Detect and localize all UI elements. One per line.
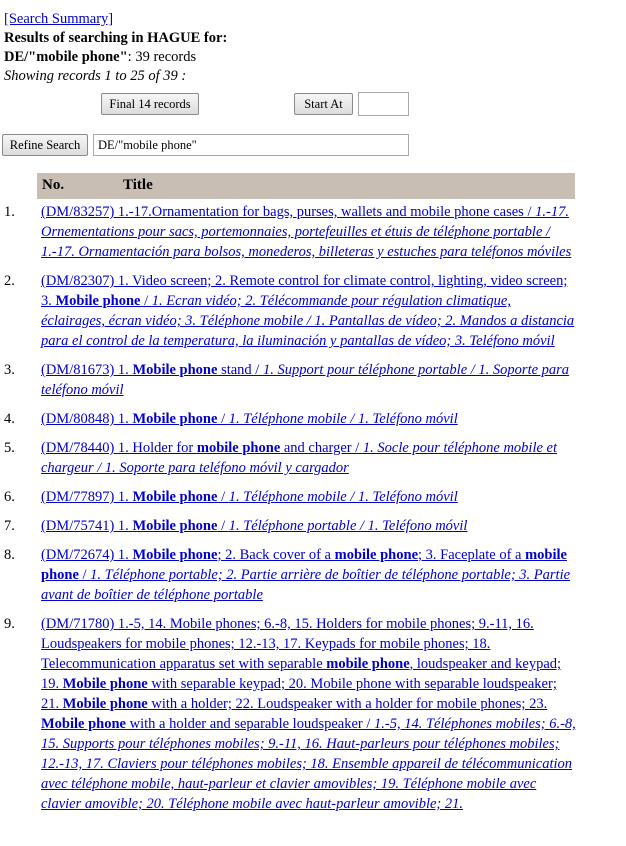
highlighted-term: Mobile phone (132, 411, 218, 427)
search-summary-link[interactable]: [Search Summary] (4, 11, 113, 27)
result-title-link[interactable]: (DM/80848) 1. Mobile phone / 1. Téléphon… (41, 411, 458, 427)
result-number: 8. (4, 547, 15, 563)
result-number: 6. (4, 489, 15, 505)
highlighted-term: Mobile phone (41, 716, 126, 732)
title-text: (DM/81673) 1. (41, 362, 133, 378)
translated-title: 1. Téléphone mobile / 1. Teléfono móvil (228, 411, 458, 427)
showing-records: Showing records 1 to 25 of 39 : (4, 68, 187, 84)
title-text: / (217, 411, 229, 427)
results-heading: Results of searching in HAGUE for: (4, 30, 228, 46)
title-text: with a holder; 22. Loudspeaker with a ho… (147, 696, 548, 712)
result-number: 7. (4, 518, 15, 534)
result-title-link[interactable]: (DM/72674) 1. Mobile phone; 2. Back cove… (41, 547, 570, 603)
highlighted-term: Mobile phone (62, 696, 148, 712)
translated-title: 1. Téléphone portable; 2. Partie arrière… (41, 567, 571, 603)
highlighted-term: mobile phone (196, 440, 281, 456)
title-text: stand / (217, 362, 263, 378)
highlighted-term: Mobile phone (55, 293, 141, 309)
translated-title: 1. Téléphone mobile / 1. Teléfono móvil (228, 489, 458, 505)
highlighted-term: Mobile phone (62, 676, 148, 692)
title-text: ; 3. Faceplate of a (418, 547, 526, 563)
query-text: DE/"mobile phone" (4, 49, 128, 65)
result-row: 4. (DM/80848) 1. Mobile phone / 1. Téléph… (0, 409, 626, 429)
title-text: (DM/75741) 1. (41, 518, 133, 534)
result-number: 3. (4, 362, 15, 378)
highlighted-term: mobile phone (334, 547, 418, 563)
title-text: (DM/78440) 1. Holder for (41, 440, 197, 456)
title-text: (DM/72674) 1. (41, 547, 133, 563)
result-title-link[interactable]: (DM/78440) 1. Holder for mobile phone an… (41, 440, 557, 476)
result-row: 1. (DM/83257) 1.-17.Ornamentation for bag… (0, 202, 626, 262)
title-text: ; 2. Back cover of a (217, 547, 335, 563)
result-title-link[interactable]: (DM/83257) 1.-17.Ornamentation for bags,… (41, 204, 571, 260)
result-title-link[interactable]: (DM/82307) 1. Video screen; 2. Remote co… (41, 273, 574, 349)
title-text: / (78, 567, 91, 583)
result-number: 5. (4, 440, 15, 456)
title-text: and charger / (280, 440, 363, 456)
result-row: 3. (DM/81673) 1. Mobile phone stand / 1. … (0, 360, 626, 400)
title-text: (DM/77897) 1. (41, 489, 133, 505)
highlighted-term: mobile phone (326, 656, 410, 672)
translated-title: 1. Téléphone portable / 1. Teléfono móvi… (228, 518, 468, 534)
result-title-link[interactable]: (DM/75741) 1. Mobile phone / 1. Téléphon… (41, 518, 467, 534)
refine-search-button[interactable]: Refine Search (2, 134, 88, 156)
title-text: with a holder and separable loudspeaker … (126, 716, 375, 732)
result-number: 9. (4, 616, 15, 632)
results-list: 1. (DM/83257) 1.-17.Ornamentation for bag… (0, 202, 626, 823)
final-records-button[interactable]: Final 14 records (101, 93, 199, 115)
result-number: 2. (4, 273, 15, 289)
results-header: [Search Summary] Results of searching in… (4, 10, 227, 86)
results-table-header: No. Title (37, 173, 575, 199)
highlighted-term: Mobile phone (132, 518, 218, 534)
record-count: : 39 records (127, 49, 197, 65)
result-row: 7. (DM/75741) 1. Mobile phone / 1. Téléph… (0, 516, 626, 536)
highlighted-term: Mobile phone (132, 362, 218, 378)
result-row: 6. (DM/77897) 1. Mobile phone / 1. Téléph… (0, 487, 626, 507)
result-title-link[interactable]: (DM/71780) 1.-5, 14. Mobile phones; 6.-8… (41, 616, 576, 812)
title-text: / (217, 518, 229, 534)
title-text: (DM/83257) 1.-17.Ornamentation for bags,… (41, 204, 536, 220)
result-number: 1. (4, 204, 15, 220)
highlighted-term: Mobile phone (132, 547, 218, 563)
title-text: (DM/80848) 1. (41, 411, 133, 427)
title-text: / (217, 489, 229, 505)
result-title-link[interactable]: (DM/81673) 1. Mobile phone stand / 1. Su… (41, 362, 569, 398)
refine-search-input[interactable]: DE/"mobile phone" (93, 134, 409, 156)
result-row: 2. (DM/82307) 1. Video screen; 2. Remote … (0, 271, 626, 351)
result-row: 8. (DM/72674) 1. Mobile phone; 2. Back co… (0, 545, 626, 605)
result-number: 4. (4, 411, 15, 427)
start-at-input[interactable] (358, 92, 409, 116)
result-title-link[interactable]: (DM/77897) 1. Mobile phone / 1. Téléphon… (41, 489, 458, 505)
result-row: 9. (DM/71780) 1.-5, 14. Mobile phones; 6.… (0, 614, 626, 814)
column-header-title: Title (123, 177, 153, 193)
query-line: DE/"mobile phone": 39 records (4, 48, 227, 67)
result-row: 5. (DM/78440) 1. Holder for mobile phone … (0, 438, 626, 478)
start-at-button[interactable]: Start At (294, 93, 353, 115)
column-header-no: No. (42, 177, 65, 193)
highlighted-term: Mobile phone (132, 489, 218, 505)
title-text: / (140, 293, 152, 309)
